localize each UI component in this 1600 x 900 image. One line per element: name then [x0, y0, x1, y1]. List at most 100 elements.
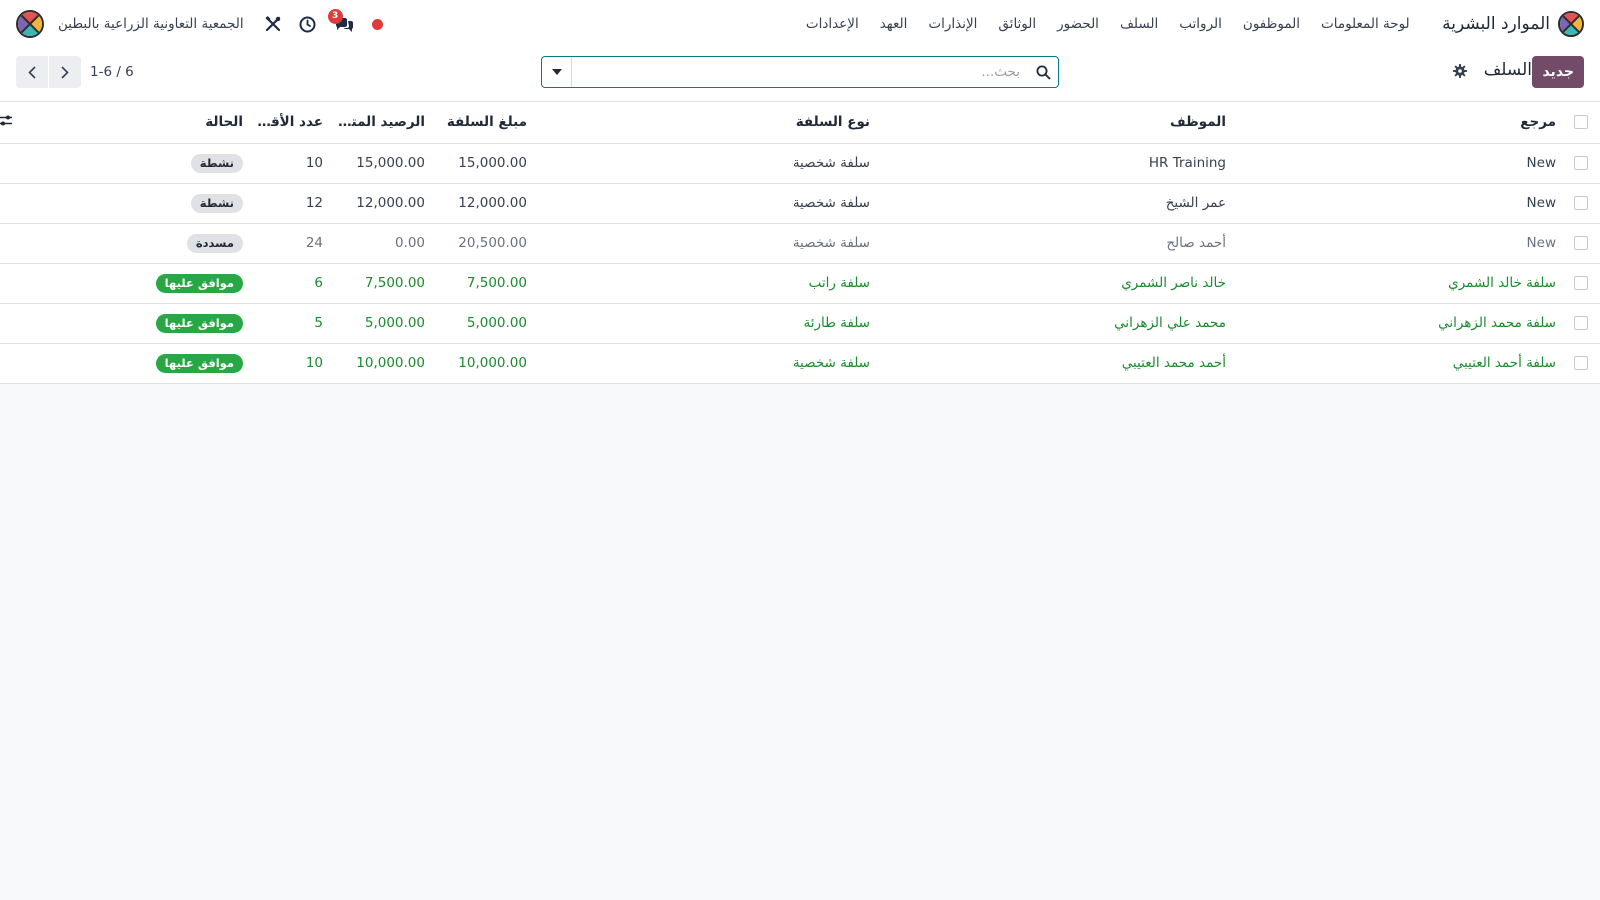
cell-remaining: 15,000.00	[329, 143, 431, 184]
table-row[interactable]: New أحمد صالح سلفة شخصية 20,500.00 0.00 …	[0, 223, 1600, 264]
menu-custody[interactable]: العهد	[869, 16, 918, 32]
avatar-icon	[18, 12, 42, 36]
app-name[interactable]: الموارد البشرية	[1442, 14, 1550, 34]
cell-reference: سلفة أحمد العتيبي	[1232, 343, 1562, 384]
row-checkbox[interactable]	[1574, 156, 1588, 170]
advances-table: مرجع الموظف نوع السلفة مبلغ السلفة الرصي…	[0, 102, 1600, 384]
header-amount[interactable]: مبلغ السلفة	[431, 102, 533, 144]
header-installments[interactable]: عدد الأقساط	[249, 102, 329, 144]
company-switcher[interactable]: الجمعية التعاونية الزراعية بالبطين	[58, 16, 244, 32]
sliders-icon[interactable]	[0, 114, 13, 127]
pager: 1-6 / 6	[16, 56, 134, 88]
menu-employees[interactable]: الموظفون	[1232, 16, 1310, 32]
row-checkbox[interactable]	[1574, 196, 1588, 210]
row-checkbox[interactable]	[1574, 356, 1588, 370]
systray: 3 الجمعية التعاونية الزراعية بالبطين	[16, 0, 392, 48]
row-select-cell	[1562, 263, 1600, 304]
table-body: New HR Training سلفة شخصية 15,000.00 15,…	[0, 143, 1600, 384]
search-options-toggle[interactable]	[542, 57, 572, 87]
search-input[interactable]	[572, 57, 1028, 87]
cell-employee: أحمد صالح	[876, 223, 1232, 264]
list-view: مرجع الموظف نوع السلفة مبلغ السلفة الرصي…	[0, 102, 1600, 384]
table-row[interactable]: سلفة محمد الزهراني محمد علي الزهراني سلف…	[0, 303, 1600, 344]
cell-amount: 5,000.00	[431, 303, 533, 344]
cell-employee: عمر الشيخ	[876, 183, 1232, 224]
status-badge: نشطة	[190, 193, 243, 213]
top-navbar: الموارد البشرية لوحة المعلومات الموظفون …	[0, 0, 1600, 48]
menu-dashboard[interactable]: لوحة المعلومات	[1311, 16, 1421, 32]
row-select-cell	[1562, 223, 1600, 264]
select-all-checkbox[interactable]	[1574, 115, 1588, 130]
cell-advance-type: سلفة طارئة	[533, 303, 876, 344]
cell-advance-type: سلفة شخصية	[533, 183, 876, 224]
row-select-cell	[1562, 343, 1600, 384]
cell-amount: 12,000.00	[431, 183, 533, 224]
table-row[interactable]: New HR Training سلفة شخصية 15,000.00 15,…	[0, 143, 1600, 184]
row-select-cell	[1562, 143, 1600, 184]
pager-next-button[interactable]	[49, 56, 81, 88]
header-remaining[interactable]: الرصيد المتبقي	[329, 102, 431, 144]
activity-menu[interactable]	[290, 0, 325, 48]
cell-advance-type: سلفة شخصية	[533, 223, 876, 264]
header-advance-type[interactable]: نوع السلفة	[533, 102, 876, 144]
row-checkbox[interactable]	[1574, 276, 1588, 290]
cell-installments: 10	[249, 143, 329, 184]
user-avatar[interactable]	[16, 10, 44, 38]
cell-amount: 10,000.00	[431, 343, 533, 384]
table-row[interactable]: سلفة خالد الشمري خالد ناصر الشمري سلفة ر…	[0, 263, 1600, 304]
cell-state: موافق عليها	[19, 303, 249, 344]
messaging-menu[interactable]: 3	[325, 0, 363, 48]
row-select-cell	[1562, 183, 1600, 224]
status-badge: موافق عليها	[155, 353, 243, 373]
messages-count-badge: 3	[327, 9, 343, 24]
menu-advances[interactable]: السلف	[1109, 16, 1168, 32]
page-title: السلف	[1483, 60, 1532, 80]
new-button[interactable]: جديد	[1532, 56, 1584, 88]
cell-remaining: 10,000.00	[329, 343, 431, 384]
pager-previous-button[interactable]	[16, 56, 48, 88]
control-panel: جديد السلف بحث... 1-6 / 6	[0, 48, 1600, 102]
row-checkbox[interactable]	[1574, 316, 1588, 330]
chevron-left-icon	[28, 65, 36, 79]
header-employee[interactable]: الموظف	[876, 102, 1232, 144]
cell-installments: 10	[249, 343, 329, 384]
cell-state: موافق عليها	[19, 343, 249, 384]
gear-icon[interactable]	[1452, 63, 1468, 79]
table-header-row: مرجع الموظف نوع السلفة مبلغ السلفة الرصي…	[0, 102, 1600, 144]
cell-employee: محمد علي الزهراني	[876, 303, 1232, 344]
menu-settings[interactable]: الإعدادات	[795, 16, 869, 32]
cell-advance-type: سلفة شخصية	[533, 343, 876, 384]
status-badge: مسددة	[186, 233, 243, 253]
status-badge: موافق عليها	[155, 313, 243, 333]
row-checkbox[interactable]	[1574, 236, 1588, 250]
row-select-cell	[1562, 303, 1600, 344]
menu-attendance[interactable]: الحضور	[1047, 16, 1110, 32]
cell-employee: HR Training	[876, 143, 1232, 184]
app-logo-icon[interactable]	[1558, 11, 1584, 37]
cell-installments: 24	[249, 223, 329, 264]
clock-icon	[299, 16, 316, 32]
cell-reference: سلفة خالد الشمري	[1232, 263, 1562, 304]
select-all-cell	[1562, 102, 1600, 144]
table-row[interactable]: سلفة أحمد العتيبي أحمد محمد العتيبي سلفة…	[0, 343, 1600, 384]
cell-reference: سلفة محمد الزهراني	[1232, 303, 1562, 344]
cell-employee: أحمد محمد العتيبي	[876, 343, 1232, 384]
header-state[interactable]: الحالة	[19, 102, 249, 144]
cell-state: نشطة	[19, 143, 249, 184]
cell-amount: 15,000.00	[431, 143, 533, 184]
cell-amount: 20,500.00	[431, 223, 533, 264]
search-icon[interactable]	[1028, 57, 1058, 87]
menu-warnings[interactable]: الإنذارات	[918, 16, 988, 32]
table-row[interactable]: New عمر الشيخ سلفة شخصية 12,000.00 12,00…	[0, 183, 1600, 224]
cell-state: نشطة	[19, 183, 249, 224]
cell-installments: 5	[249, 303, 329, 344]
header-reference[interactable]: مرجع	[1232, 102, 1562, 144]
menu-documents[interactable]: الوثائق	[988, 16, 1047, 32]
status-indicator[interactable]	[363, 0, 392, 48]
cell-reference: New	[1232, 143, 1562, 184]
debug-tools-menu[interactable]	[256, 0, 290, 48]
menu-payroll[interactable]: الرواتب	[1169, 16, 1233, 32]
pager-value[interactable]: 1-6 / 6	[90, 64, 134, 80]
cell-reference: New	[1232, 183, 1562, 224]
cell-installments: 12	[249, 183, 329, 224]
